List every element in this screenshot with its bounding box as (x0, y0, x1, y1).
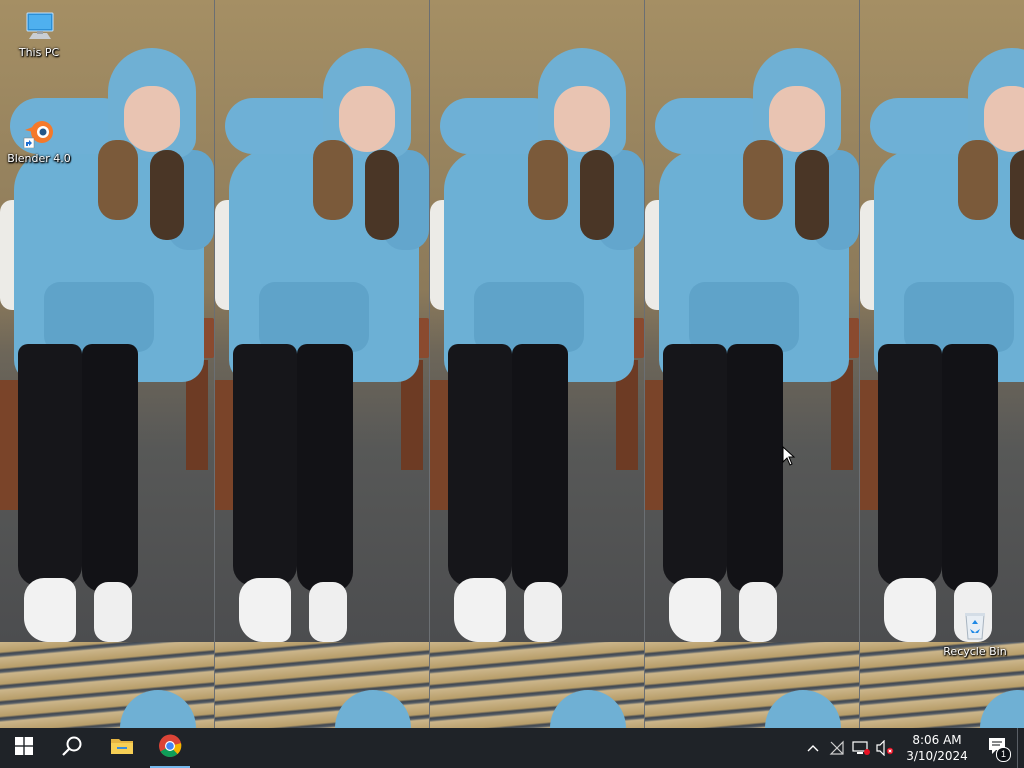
taskbar: 8:06 AM 3/10/2024 1 (0, 728, 1024, 768)
search-button[interactable] (48, 728, 96, 768)
desktop-icon-recycle-bin[interactable]: Recycle Bin (937, 609, 1013, 658)
network-disconnected-icon[interactable] (825, 728, 849, 768)
desktop-icon-label: Recycle Bin (943, 645, 1007, 658)
show-desktop-button[interactable] (1017, 728, 1024, 768)
recycle-bin-icon (959, 609, 991, 641)
start-button[interactable] (0, 728, 48, 768)
taskbar-file-explorer[interactable] (98, 728, 146, 768)
windows-start-icon (15, 736, 33, 760)
wallpaper-tile (430, 0, 644, 728)
volume-muted-icon[interactable] (873, 728, 897, 768)
clock-time: 8:06 AM (912, 733, 962, 747)
chevron-up-icon[interactable] (801, 728, 825, 768)
action-center-button[interactable]: 1 (977, 728, 1017, 768)
notification-count-badge: 1 (996, 747, 1011, 762)
wallpaper-tile (0, 0, 214, 728)
search-icon (61, 735, 83, 762)
blender-icon (23, 116, 55, 149)
clock-date: 3/10/2024 (906, 749, 968, 763)
mouse-cursor-icon (782, 445, 796, 466)
desktop-icon-this-pc[interactable]: This PC (1, 10, 77, 59)
taskbar-clock[interactable]: 8:06 AM 3/10/2024 (897, 732, 977, 764)
wallpaper-tile (215, 0, 429, 728)
desktop-icon-label: Blender 4.0 (7, 152, 71, 165)
taskbar-chrome[interactable] (146, 728, 194, 768)
wallpaper-tile (645, 0, 859, 728)
desktop-icon-label: This PC (18, 46, 60, 59)
folder-icon (110, 736, 134, 761)
chrome-icon (158, 734, 182, 763)
system-tray: 8:06 AM 3/10/2024 1 (801, 728, 1024, 768)
desktop: This PC Blender 4.0 Recycle Bin (0, 0, 1024, 728)
computer-icon (23, 10, 55, 42)
desktop-icon-blender[interactable]: Blender 4.0 (1, 116, 77, 165)
ethernet-icon[interactable] (849, 728, 873, 768)
